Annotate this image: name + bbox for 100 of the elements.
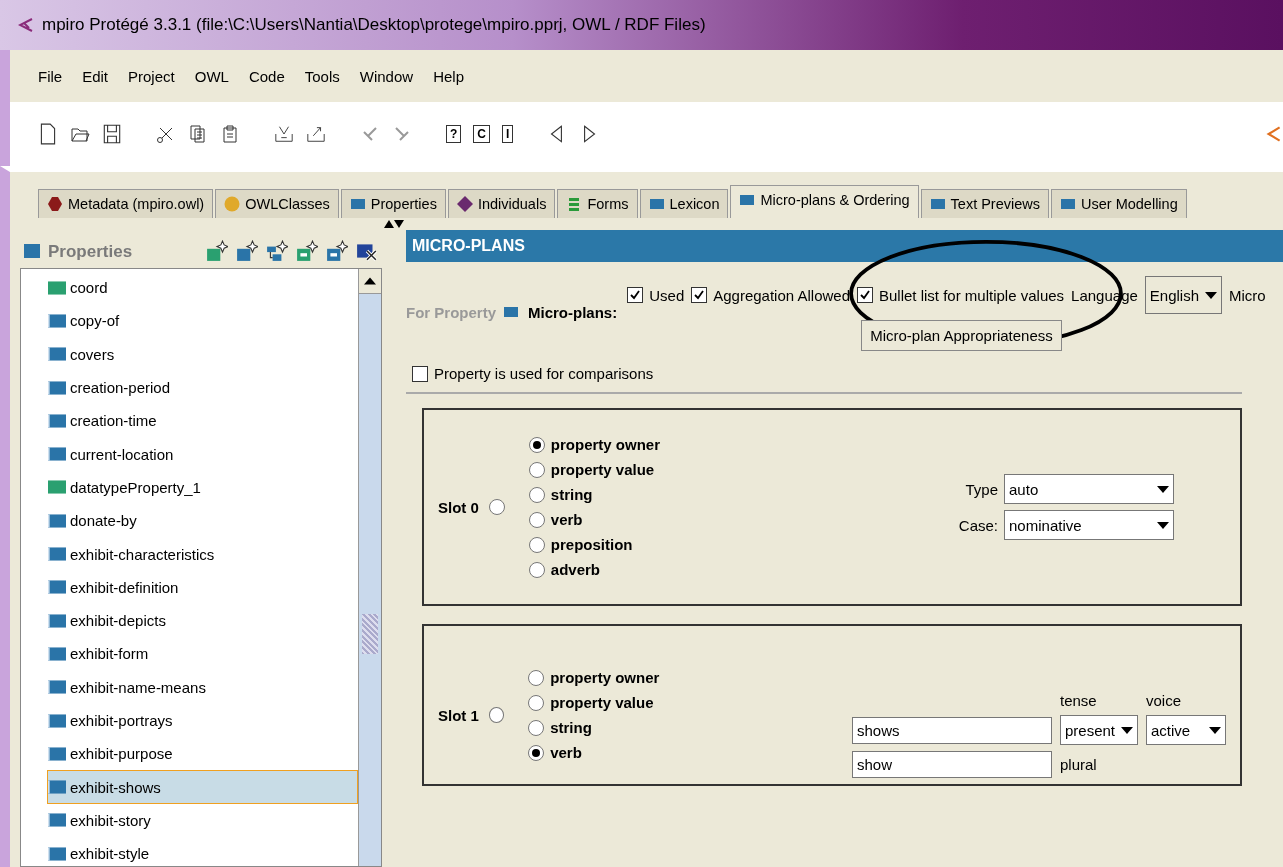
property-item[interactable]: exhibit-name-means: [47, 670, 358, 704]
radio-label: property value: [550, 461, 655, 478]
radio-label: property owner: [550, 436, 661, 453]
radio-button[interactable]: [528, 694, 545, 711]
object-property-icon: [48, 379, 66, 396]
micro-label: Micro: [1229, 286, 1266, 304]
object-property-icon: [48, 645, 66, 662]
checkbox[interactable]: [691, 287, 708, 303]
radio-button[interactable]: [528, 486, 545, 503]
query-button[interactable]: ?: [446, 125, 462, 143]
menu-item[interactable]: Edit: [82, 67, 109, 85]
case-dropdown[interactable]: nominative: [1004, 510, 1175, 540]
property-item[interactable]: covers: [47, 337, 358, 371]
splitter-arrows-icon[interactable]: [384, 218, 404, 228]
object-property-icon: [48, 412, 66, 429]
property-item[interactable]: exhibit-characteristics: [47, 537, 358, 571]
tab[interactable]: Metadata (mpiro.owl): [38, 189, 214, 218]
paste-icon[interactable]: [220, 123, 240, 145]
for-property-label: For Property: [406, 303, 496, 321]
radio-button[interactable]: [488, 499, 505, 515]
object-property-icon: [48, 512, 66, 529]
radio-button[interactable]: [528, 561, 545, 578]
checkbox[interactable]: [627, 287, 644, 303]
new-file-icon[interactable]: [38, 123, 58, 145]
tense-dropdown[interactable]: present: [1060, 715, 1138, 745]
tab[interactable]: Micro-plans & Ordering: [730, 185, 919, 218]
menu-item[interactable]: OWL: [194, 67, 229, 85]
create-inverse-icon[interactable]: [326, 240, 348, 262]
app-icon: [18, 17, 34, 33]
tab[interactable]: Individuals: [447, 189, 556, 218]
radio-label: string: [550, 719, 592, 736]
property-item[interactable]: donate-by: [47, 504, 358, 538]
property-icon: [24, 244, 40, 258]
menu-item[interactable]: Code: [248, 67, 285, 85]
property-item[interactable]: copy-of: [47, 304, 358, 338]
radio-label: string: [550, 486, 593, 503]
object-property-icon: [48, 346, 66, 363]
tab[interactable]: OWLClasses: [215, 189, 339, 218]
menu-item[interactable]: Window: [359, 67, 414, 85]
tab[interactable]: Text Previews: [920, 189, 1049, 218]
property-item[interactable]: current-location: [47, 437, 358, 471]
save-icon[interactable]: [102, 123, 122, 145]
radio-button[interactable]: [528, 719, 545, 736]
singular-field[interactable]: shows: [852, 716, 1052, 744]
menu-item[interactable]: File: [38, 67, 63, 85]
radio-button[interactable]: [528, 669, 545, 686]
property-item[interactable]: exhibit-purpose: [47, 737, 358, 771]
query-button[interactable]: I: [502, 125, 514, 143]
query-button[interactable]: C: [473, 125, 490, 143]
radio-button[interactable]: [528, 744, 545, 761]
property-item[interactable]: exhibit-shows: [47, 770, 358, 804]
radio-button[interactable]: [528, 536, 545, 553]
property-item[interactable]: coord: [47, 271, 358, 305]
object-property-icon: [48, 546, 66, 562]
object-property-icon: [48, 579, 66, 596]
tense-label: tense: [1060, 692, 1098, 709]
property-item[interactable]: exhibit-form: [47, 637, 358, 671]
create-subproperty-icon[interactable]: [266, 240, 288, 262]
radio-label: property value: [550, 694, 654, 711]
property-item[interactable]: exhibit-portrays: [47, 703, 358, 738]
menu-item[interactable]: Help: [433, 67, 464, 85]
checkbox[interactable]: [857, 287, 873, 303]
language-dropdown[interactable]: English: [1144, 276, 1223, 314]
object-property-icon: [48, 446, 66, 463]
property-item[interactable]: creation-period: [47, 370, 358, 405]
property-item[interactable]: datatypeProperty_1: [47, 470, 358, 505]
copy-icon[interactable]: [188, 123, 208, 145]
object-property-icon: [48, 745, 66, 762]
create-datatype-icon[interactable]: [206, 240, 228, 262]
tab[interactable]: User Modelling: [1051, 189, 1187, 218]
tab[interactable]: Forms: [557, 189, 638, 218]
appropriateness-button[interactable]: Micro-plan Appropriateness: [861, 320, 1062, 351]
radio-label: verb: [550, 511, 583, 528]
property-item[interactable]: exhibit-story: [47, 803, 358, 838]
property-item[interactable]: creation-time: [47, 404, 358, 438]
tab[interactable]: Lexicon: [639, 189, 729, 218]
create-object-icon[interactable]: [236, 240, 258, 262]
radio-button[interactable]: [488, 707, 505, 723]
radio-button[interactable]: [528, 436, 545, 453]
type-label: Type: [964, 480, 999, 498]
create-annotation-icon[interactable]: [296, 240, 318, 262]
radio-label: preposition: [550, 536, 633, 553]
object-property-icon: [48, 312, 66, 329]
checkbox[interactable]: [412, 365, 428, 382]
scroll-thumb[interactable]: [362, 614, 378, 654]
menu-item[interactable]: Project: [128, 67, 175, 85]
voice-dropdown[interactable]: active: [1146, 715, 1226, 745]
plural-field[interactable]: show: [852, 751, 1052, 778]
scroll-bar[interactable]: [358, 269, 381, 866]
panel-title: Properties: [48, 242, 133, 262]
tab[interactable]: Properties: [340, 189, 446, 218]
scroll-up-icon[interactable]: [364, 277, 376, 285]
type-dropdown[interactable]: auto: [1004, 474, 1175, 504]
datatype-property-icon: [48, 479, 66, 496]
radio-button[interactable]: [528, 511, 545, 528]
property-item[interactable]: exhibit-definition: [47, 570, 358, 604]
property-item[interactable]: exhibit-style: [47, 837, 358, 867]
property-item[interactable]: exhibit-depicts: [47, 603, 358, 638]
menu-item[interactable]: Tools: [304, 67, 340, 85]
radio-button[interactable]: [528, 461, 545, 478]
